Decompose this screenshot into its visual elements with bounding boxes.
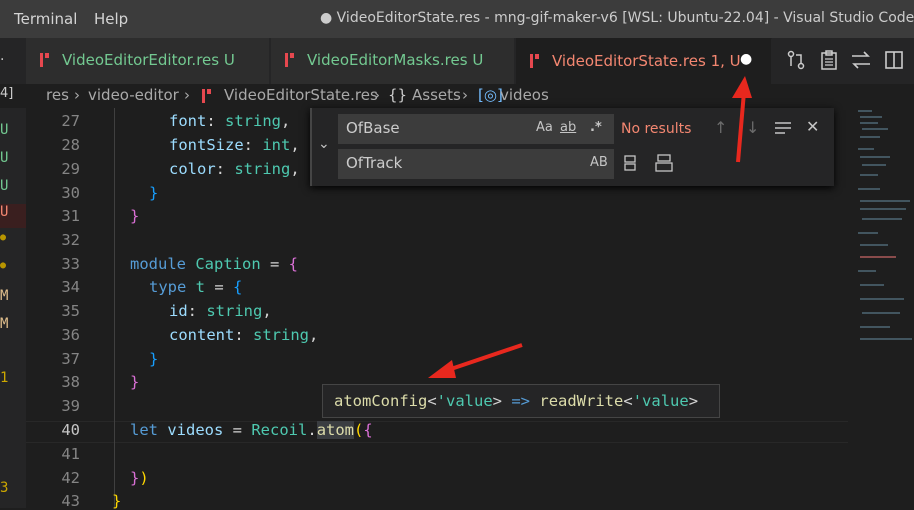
annotation-arrows xyxy=(428,76,752,378)
annotation-arrowhead xyxy=(732,76,752,98)
annotation-arrow xyxy=(447,343,523,372)
annotation-arrow xyxy=(736,91,746,163)
annotation-arrowhead xyxy=(428,360,456,378)
